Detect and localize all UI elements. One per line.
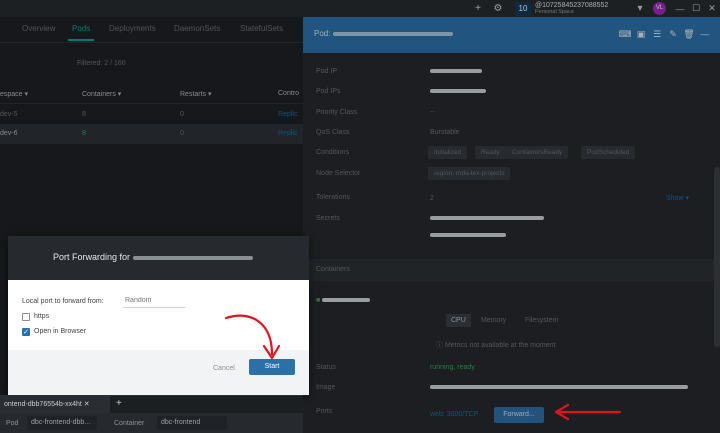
annotation-arrows [224,314,622,421]
